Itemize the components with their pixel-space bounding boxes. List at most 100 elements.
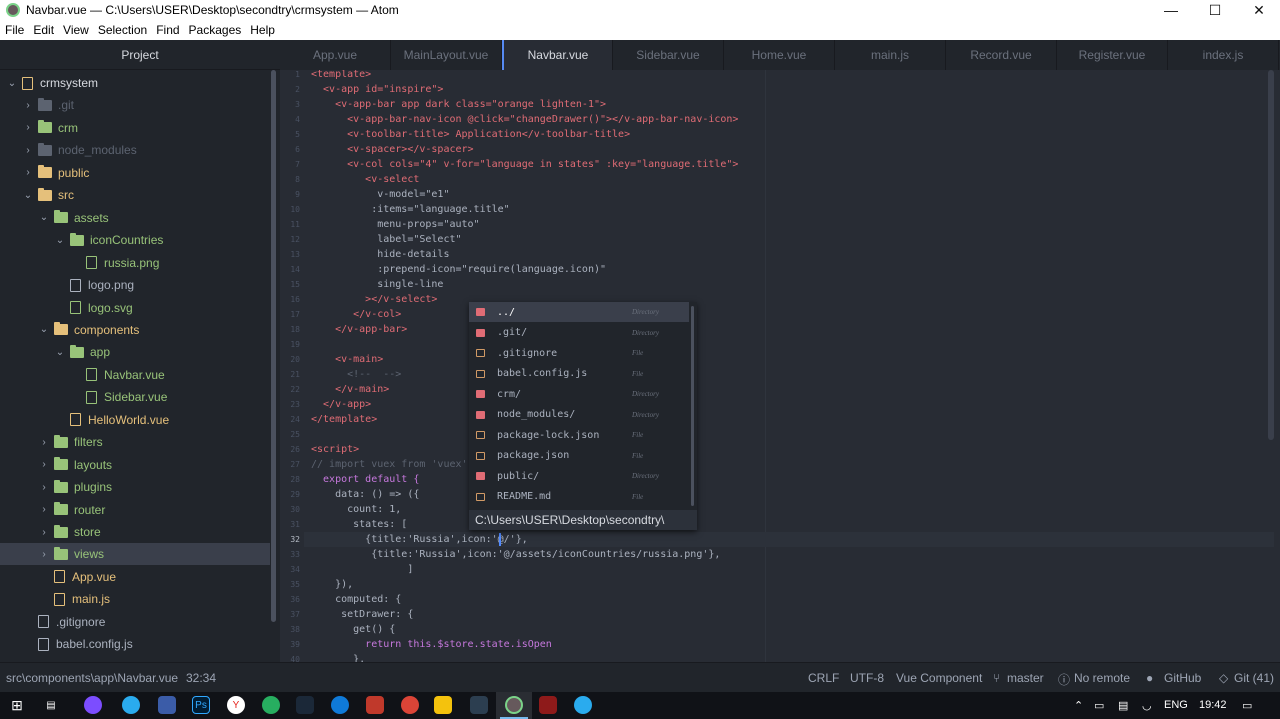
line-number[interactable]: 2 xyxy=(280,82,300,97)
code-line[interactable]: <v-spacer></v-spacer> xyxy=(311,142,473,157)
line-number[interactable]: 4 xyxy=(280,112,300,127)
tree-item-babel-config-js[interactable]: babel.config.js xyxy=(0,633,270,655)
menu-edit[interactable]: Edit xyxy=(28,23,58,37)
chevron-right-icon[interactable]: › xyxy=(38,437,50,448)
chevron-down-icon[interactable]: ⌄ xyxy=(6,78,18,89)
line-number[interactable]: 23 xyxy=(280,397,300,412)
line-number[interactable]: 20 xyxy=(280,352,300,367)
autocomplete-item-node-modules[interactable]: node_modules/Directory xyxy=(469,405,689,425)
line-number[interactable]: 16 xyxy=(280,292,300,307)
status-file-path[interactable]: src\components\app\Navbar.vue xyxy=(6,671,178,685)
line-number[interactable]: 19 xyxy=(280,337,300,352)
line-number[interactable]: 34 xyxy=(280,562,300,577)
line-number[interactable]: 25 xyxy=(280,427,300,442)
tree-item-navbar-vue[interactable]: Navbar.vue xyxy=(0,364,270,386)
code-line[interactable]: }, xyxy=(311,652,365,662)
app-red-icon[interactable] xyxy=(366,696,384,714)
code-line[interactable]: <v-col cols="4" v-for="language in state… xyxy=(311,157,738,172)
tree-item-plugins[interactable]: › plugins xyxy=(0,476,270,498)
tree-item-iconcountries[interactable]: ⌄ iconCountries xyxy=(0,229,270,251)
maximize-button[interactable]: ☐ xyxy=(1192,0,1238,20)
line-number[interactable]: 7 xyxy=(280,157,300,172)
menu-view[interactable]: View xyxy=(58,23,93,37)
tree-item-crm[interactable]: › crm xyxy=(0,117,270,139)
menu-packages[interactable]: Packages xyxy=(184,23,246,37)
chevron-right-icon[interactable]: › xyxy=(38,459,50,470)
code-line[interactable]: :prepend-icon="require(language.icon)" xyxy=(311,262,606,277)
line-number[interactable]: 6 xyxy=(280,142,300,157)
tree-item-layouts[interactable]: › layouts xyxy=(0,454,270,476)
line-number[interactable]: 17 xyxy=(280,307,300,322)
editor-scrollbar[interactable] xyxy=(1268,70,1274,440)
yandex-browser-icon[interactable]: Y xyxy=(227,696,245,714)
notifications-icon[interactable]: ▭ xyxy=(1242,699,1252,712)
tree-item-app[interactable]: ⌄ app xyxy=(0,341,270,363)
autocomplete-item-readme-md[interactable]: README.md File xyxy=(469,487,689,507)
tab-index-js[interactable]: index.js xyxy=(1168,40,1279,70)
code-line[interactable]: // import vuex from 'vuex' xyxy=(311,457,468,472)
line-number[interactable]: 29 xyxy=(280,487,300,502)
tray-wifi-icon[interactable]: ◡ xyxy=(1142,699,1152,712)
tree-item-git[interactable]: › .git xyxy=(0,94,270,116)
code-line[interactable]: </v-main> xyxy=(311,382,389,397)
line-number[interactable]: 35 xyxy=(280,577,300,592)
terminal-icon[interactable] xyxy=(470,696,488,714)
app-green-icon[interactable] xyxy=(262,696,280,714)
tree-scrollbar[interactable] xyxy=(271,70,276,622)
line-number[interactable]: 27 xyxy=(280,457,300,472)
tree-item-logo-png[interactable]: logo.png xyxy=(0,274,270,296)
code-line[interactable]: single-line xyxy=(311,277,443,292)
tab-navbar-vue[interactable]: Navbar.vue xyxy=(502,40,613,70)
code-line[interactable]: return this.$store.state.isOpen xyxy=(311,637,552,652)
tree-item-router[interactable]: › router xyxy=(0,499,270,521)
telegram-secondary-icon[interactable] xyxy=(574,696,592,714)
tree-item-helloworld-vue[interactable]: HelloWorld.vue xyxy=(0,409,270,431)
line-number[interactable]: 37 xyxy=(280,607,300,622)
code-line[interactable]: <script> xyxy=(311,442,359,457)
chevron-right-icon[interactable]: › xyxy=(38,549,50,560)
code-line[interactable]: ></v-select> xyxy=(311,292,437,307)
status-cursor-position[interactable]: 32:34 xyxy=(186,671,216,685)
status-encoding[interactable]: UTF-8 xyxy=(850,671,884,685)
line-number[interactable]: 12 xyxy=(280,232,300,247)
code-line[interactable]: get() { xyxy=(311,622,395,637)
tab-record-vue[interactable]: Record.vue xyxy=(946,40,1057,70)
chevron-down-icon[interactable]: ⌄ xyxy=(38,212,50,223)
line-number[interactable]: 14 xyxy=(280,262,300,277)
code-line[interactable]: </v-app-bar> xyxy=(311,322,407,337)
code-line[interactable]: <v-app-bar app dark class="orange lighte… xyxy=(311,97,606,112)
code-line[interactable]: data: () => ({ xyxy=(311,487,419,502)
code-line[interactable]: setDrawer: { xyxy=(311,607,413,622)
line-number[interactable]: 22 xyxy=(280,382,300,397)
autocomplete-item-package-lock-json[interactable]: package-lock.json File xyxy=(469,425,689,445)
chevron-right-icon[interactable]: › xyxy=(38,504,50,515)
autocomplete-item-babel-config-js[interactable]: babel.config.js File xyxy=(469,364,689,384)
status-remote[interactable]: No remote xyxy=(1074,671,1130,685)
app-dark-red-icon[interactable] xyxy=(539,696,557,714)
task-view-icon[interactable]: ▤ xyxy=(42,696,60,714)
code-line[interactable]: ] xyxy=(311,562,413,577)
tray-battery-icon[interactable]: ▤ xyxy=(1118,699,1128,712)
tray-chevron-icon[interactable]: ⌃ xyxy=(1074,699,1083,712)
tab-app-vue[interactable]: App.vue xyxy=(280,40,391,70)
autocomplete-item-package-json[interactable]: package.json File xyxy=(469,446,689,466)
menu-selection[interactable]: Selection xyxy=(93,23,151,37)
code-line[interactable]: {title:'Russia',icon:'@/assets/iconCount… xyxy=(311,547,720,562)
line-number[interactable]: 33 xyxy=(280,547,300,562)
line-number[interactable]: 1 xyxy=(280,70,300,82)
code-line[interactable]: <v-app-bar-nav-icon @click="changeDrawer… xyxy=(311,112,738,127)
code-line[interactable]: </v-app> xyxy=(311,397,371,412)
code-line[interactable]: label="Select" xyxy=(311,232,461,247)
tree-item-crmsystem[interactable]: ⌄ crmsystem xyxy=(0,72,270,94)
app-purple-icon[interactable] xyxy=(84,696,102,714)
tray-language[interactable]: ENG xyxy=(1164,699,1188,711)
line-number[interactable]: 32 xyxy=(280,532,300,547)
tree-item-gitignore[interactable]: .gitignore xyxy=(0,611,270,633)
code-line[interactable]: v-model="e1" xyxy=(311,187,449,202)
code-line[interactable]: computed: { xyxy=(311,592,401,607)
line-number[interactable]: 9 xyxy=(280,187,300,202)
tree-item-components[interactable]: ⌄ components xyxy=(0,319,270,341)
line-number[interactable]: 15 xyxy=(280,277,300,292)
tree-item-views[interactable]: › views xyxy=(0,543,270,566)
status-branch[interactable]: master xyxy=(1007,671,1044,685)
